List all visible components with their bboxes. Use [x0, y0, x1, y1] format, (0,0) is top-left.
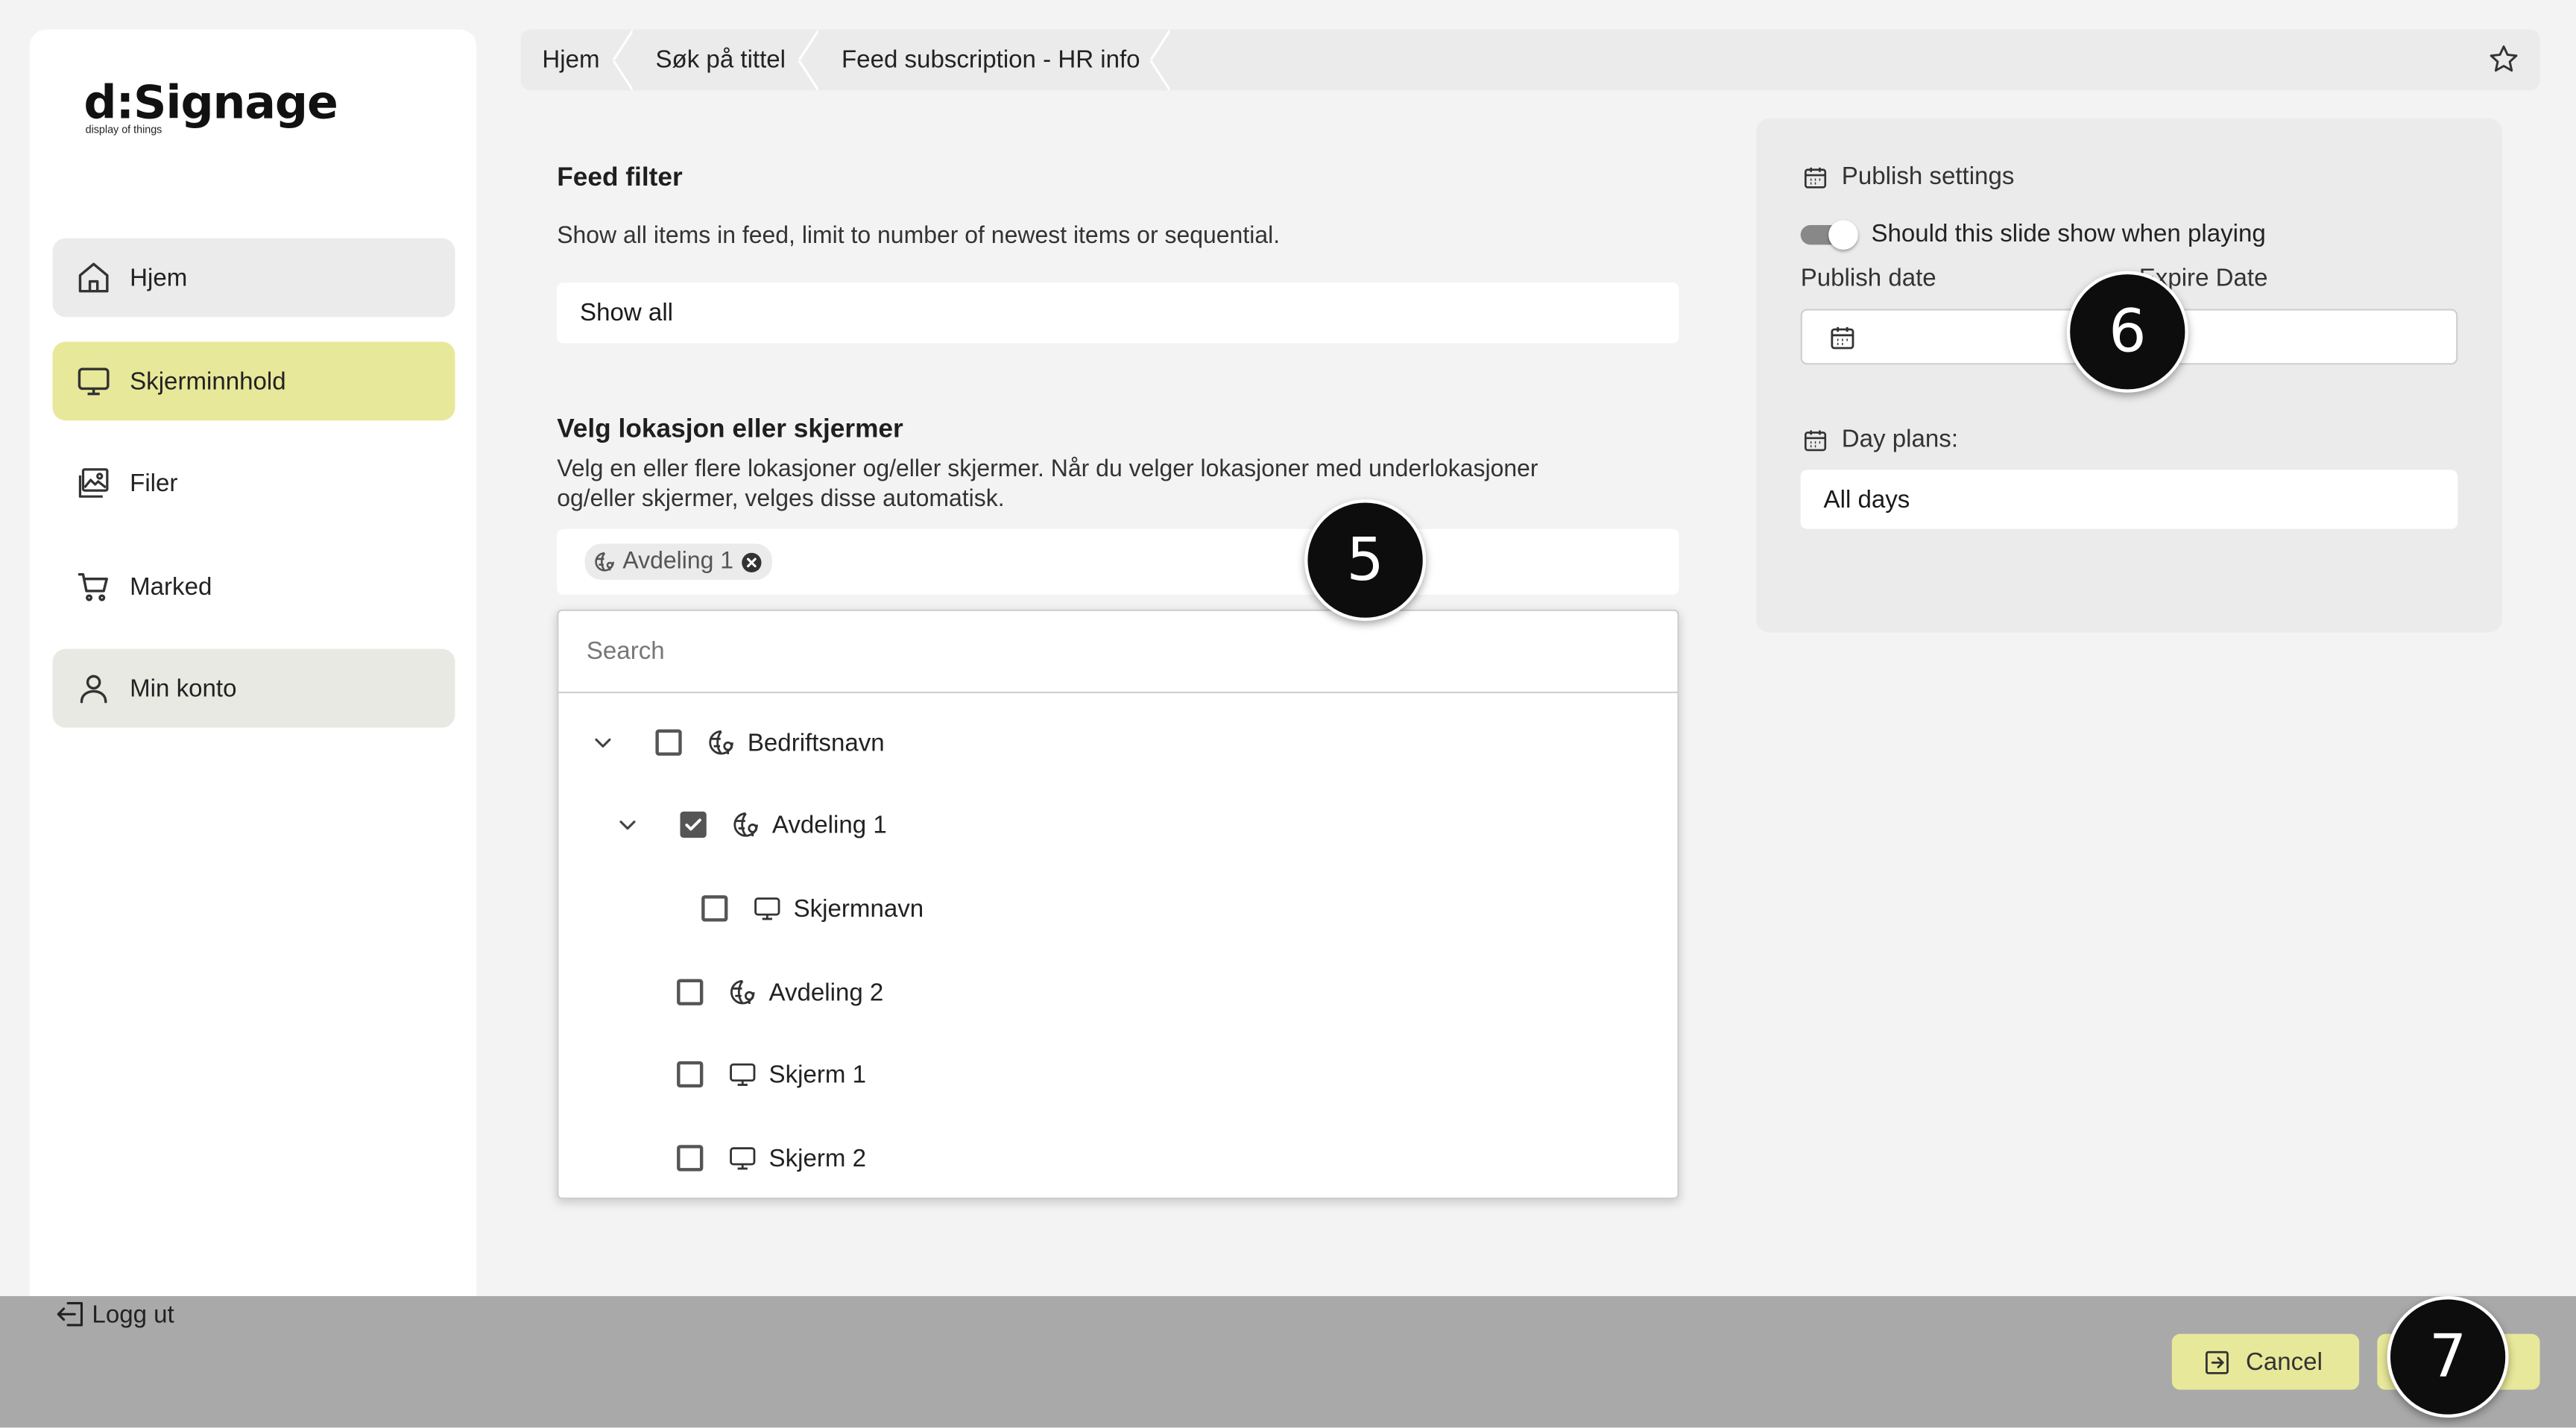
- selected-location-chip: Avdeling 1: [584, 543, 773, 581]
- sidebar-item-min-konto[interactable]: Min konto: [52, 648, 455, 728]
- tree-checkbox[interactable]: [677, 1145, 704, 1172]
- tree-checkbox[interactable]: [677, 979, 704, 1005]
- tree-item-skjerm-2[interactable]: Skjerm 2: [677, 1137, 866, 1179]
- location-icon: [709, 730, 733, 755]
- tree-item-avdeling-2[interactable]: Avdeling 2: [677, 971, 883, 1014]
- location-title: Velg lokasjon eller skjermer: [557, 415, 903, 444]
- sidebar-item-label: Min konto: [130, 674, 237, 703]
- location-description-line2: og/eller skjermer, velges disse automati…: [557, 486, 1005, 513]
- logout-link[interactable]: Logg ut: [54, 1298, 174, 1330]
- step-marker-6: 6: [2066, 271, 2188, 393]
- calendar-icon: [1804, 429, 1827, 451]
- sidebar-item-hjem[interactable]: Hjem: [52, 238, 455, 317]
- page: d:Signage display of things Hjem Skjermi…: [0, 0, 2576, 1428]
- logo-text: d:Signage: [83, 75, 338, 130]
- feed-filter-value: Show all: [580, 299, 674, 327]
- cancel-label: Cancel: [2246, 1348, 2323, 1376]
- logout-label: Logg ut: [92, 1300, 174, 1329]
- sidebar-item-skjerminnhold[interactable]: Skjerminnhold: [52, 341, 455, 421]
- sidebar: d:Signage display of things Hjem Skjermi…: [29, 29, 477, 1360]
- breadcrumb-item-home[interactable]: Hjem: [521, 29, 633, 91]
- tree-item-label: Avdeling 2: [768, 978, 884, 1007]
- chip-label: Avdeling 1: [622, 549, 734, 575]
- tree-checkbox[interactable]: [677, 1061, 704, 1088]
- chevron-down-icon[interactable]: [591, 731, 614, 754]
- image-icon: [78, 468, 109, 498]
- show-slide-toggle[interactable]: [1800, 220, 1858, 250]
- location-icon: [730, 979, 755, 1005]
- publish-settings-header: Publish settings: [1802, 162, 2015, 191]
- location-icon: [595, 552, 614, 572]
- feed-filter-select[interactable]: Show all: [557, 282, 1679, 344]
- sidebar-item-filer[interactable]: Filer: [53, 443, 455, 522]
- monitor-icon: [730, 1147, 756, 1170]
- monitor-icon: [754, 897, 780, 920]
- tree-item-bedriftsnavn[interactable]: Bedriftsnavn: [591, 721, 885, 764]
- logo: d:Signage display of things: [83, 75, 338, 136]
- user-icon: [80, 674, 107, 704]
- breadcrumb-label: Hjem: [542, 45, 600, 75]
- tree-item-label: Bedriftsnavn: [747, 728, 885, 756]
- sidebar-item-label: Hjem: [130, 263, 188, 292]
- feed-filter-description: Show all items in feed, limit to number …: [557, 223, 1281, 250]
- cart-icon: [78, 572, 108, 601]
- breadcrumb: Hjem Søk på tittel Feed subscription - H…: [520, 29, 2540, 91]
- breadcrumb-item-search[interactable]: Søk på tittel: [622, 29, 819, 91]
- breadcrumb-label: Feed subscription - HR info: [841, 45, 1140, 75]
- location-description-line1: Velg en eller flere lokasjoner og/eller …: [557, 456, 1538, 484]
- location-icon: [733, 812, 758, 837]
- toggle-label: Should this slide show when playing: [1871, 220, 2266, 248]
- monitor-icon: [78, 367, 110, 396]
- toggle-knob: [1828, 220, 1858, 250]
- tree-item-label: Skjerm 2: [768, 1144, 866, 1172]
- tree-checkbox[interactable]: [701, 895, 728, 922]
- publish-date-label: Publish date: [1800, 264, 1936, 293]
- checkmark-icon: [685, 818, 701, 831]
- star-icon[interactable]: [2487, 42, 2520, 75]
- calendar-icon: [1804, 166, 1827, 188]
- calendar-icon: [1831, 326, 1854, 350]
- cancel-button[interactable]: Cancel: [2171, 1333, 2360, 1390]
- tree-item-skjermnavn[interactable]: Skjermnavn: [701, 887, 924, 929]
- logout-icon: [57, 1302, 83, 1327]
- sidebar-item-label: Skjerminnhold: [130, 367, 286, 396]
- tree-item-label: Skjermnavn: [793, 894, 924, 923]
- tree-item-skjerm-1[interactable]: Skjerm 1: [677, 1053, 866, 1096]
- publish-settings-title: Publish settings: [1841, 162, 2015, 191]
- day-plans-value: All days: [1823, 485, 1910, 514]
- search-placeholder: Search: [586, 637, 665, 666]
- tree-item-label: Skjerm 1: [768, 1060, 866, 1089]
- step-marker-7: 7: [2387, 1296, 2509, 1418]
- day-plans-header: Day plans:: [1802, 426, 1958, 453]
- exit-icon: [2205, 1350, 2229, 1374]
- home-icon: [78, 262, 109, 293]
- monitor-icon: [730, 1063, 756, 1086]
- tree-checkbox-checked[interactable]: [680, 811, 707, 838]
- day-plans-select[interactable]: All days: [1800, 470, 2458, 529]
- day-plans-label: Day plans:: [1841, 425, 1959, 454]
- tree-item-avdeling-1[interactable]: Avdeling 1: [616, 803, 887, 846]
- step-marker-5: 5: [1304, 499, 1427, 622]
- chevron-down-icon[interactable]: [616, 813, 640, 836]
- feed-filter-title: Feed filter: [557, 164, 683, 192]
- sidebar-item-label: Marked: [130, 572, 212, 601]
- tree-item-label: Avdeling 1: [771, 810, 887, 839]
- breadcrumb-item-current: Feed subscription - HR info: [809, 29, 1169, 91]
- location-dropdown: Search Bedriftsnavn Avdeling 1 Skjermnav…: [557, 609, 1679, 1199]
- search-input[interactable]: Search: [558, 611, 1678, 694]
- breadcrumb-label: Søk på tittel: [655, 45, 786, 75]
- sidebar-item-marked[interactable]: Marked: [53, 547, 455, 626]
- location-select[interactable]: Avdeling 1: [557, 528, 1679, 595]
- sidebar-item-label: Filer: [130, 469, 178, 497]
- remove-chip-icon[interactable]: [742, 551, 763, 572]
- tree-checkbox[interactable]: [655, 729, 682, 756]
